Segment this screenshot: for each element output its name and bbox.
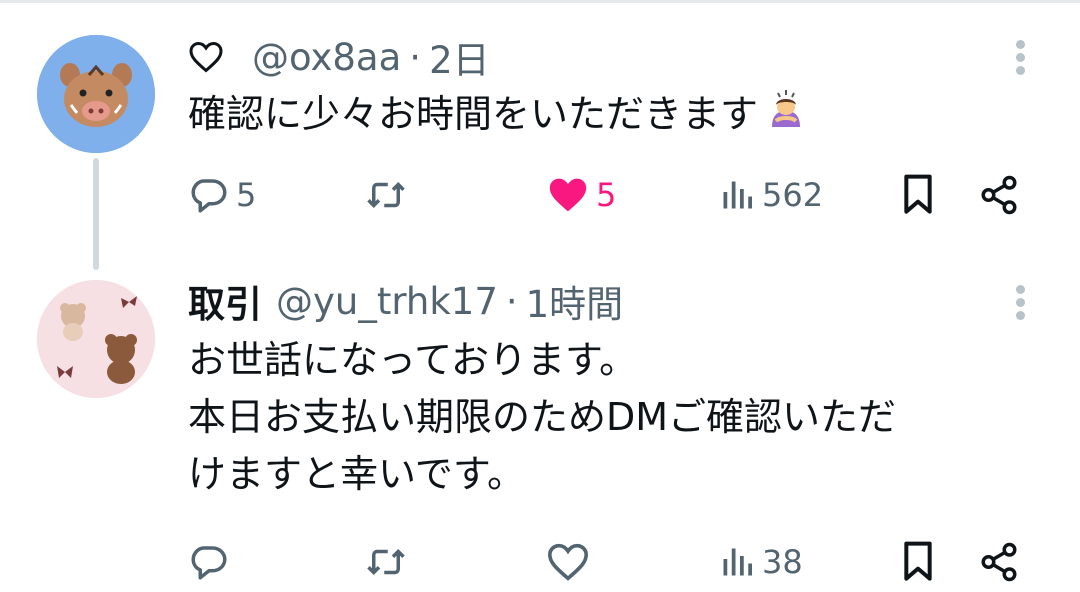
retweet-arrows-icon xyxy=(367,182,405,208)
heart-icon xyxy=(547,543,589,581)
meta-separator: · xyxy=(505,279,518,323)
avatar-ox8aa[interactable] xyxy=(37,35,155,153)
view-count: 38 xyxy=(762,543,803,581)
share-button[interactable] xyxy=(978,170,1020,220)
thread-connector-line xyxy=(93,158,99,270)
post-header: 取引 @yu_trhk17 · 1時間 xyxy=(188,274,624,328)
speech-bubble-icon xyxy=(191,546,227,580)
views-button[interactable]: 38 xyxy=(718,537,803,587)
like-count: 5 xyxy=(596,176,617,214)
reply-button[interactable]: 5 xyxy=(188,170,256,220)
share-icon xyxy=(981,175,1017,215)
share-button[interactable] xyxy=(978,537,1020,587)
retweet-button[interactable] xyxy=(363,537,415,587)
boar-avatar-icon xyxy=(37,35,155,153)
action-bar: 38 xyxy=(188,537,1028,587)
post-text-line: 本日お支払い期限のためDMご確認いただ xyxy=(188,395,897,439)
reply-button[interactable] xyxy=(188,537,236,587)
user-handle[interactable]: @yu_trhk17 xyxy=(276,280,498,323)
post-text-line: 確認に少々お時間をいただきます xyxy=(188,92,759,136)
heart-outline-icon xyxy=(189,41,223,73)
action-bar: 5 5 562 xyxy=(188,170,1028,220)
meta-separator: · xyxy=(409,35,422,79)
retweet-button[interactable] xyxy=(363,170,415,220)
user-handle[interactable]: @ox8aa xyxy=(252,36,401,79)
views-button[interactable]: 562 xyxy=(718,170,823,220)
bar-chart-icon xyxy=(723,548,752,576)
share-icon xyxy=(981,542,1017,582)
bar-chart-icon xyxy=(723,181,752,209)
post-time[interactable]: 2日 xyxy=(429,30,490,84)
post-header: @ox8aa · 2日 xyxy=(188,34,490,82)
avatar-yu_trhk17[interactable] xyxy=(37,280,155,398)
bookmark-button[interactable] xyxy=(898,170,938,220)
like-button[interactable]: 5 xyxy=(546,170,616,220)
person-bowing-emoji xyxy=(764,87,808,147)
post-text: 確認に少々お時間をいただきます xyxy=(188,86,808,147)
post-text-line: お世話になっております。 xyxy=(188,338,638,382)
teddy-bear-avatar-icon xyxy=(37,280,155,398)
more-options-button[interactable] xyxy=(1009,40,1031,80)
more-options-button[interactable] xyxy=(1009,285,1031,325)
post-time[interactable]: 1時間 xyxy=(526,274,624,328)
bookmark-icon xyxy=(904,174,932,214)
like-button[interactable] xyxy=(546,537,596,587)
reply-count: 5 xyxy=(236,176,257,214)
display-name[interactable] xyxy=(188,40,238,74)
post-text: お世話になっております。 本日お支払い期限のためDMご確認いただ けますと幸いで… xyxy=(188,332,896,503)
speech-bubble-icon xyxy=(191,179,227,213)
top-divider xyxy=(0,0,1080,3)
post-text-line: けますと幸いです。 xyxy=(188,452,526,496)
retweet-arrows-icon xyxy=(367,549,405,575)
heart-icon xyxy=(549,178,587,212)
view-count: 562 xyxy=(762,176,824,214)
bookmark-icon xyxy=(904,541,932,581)
display-name[interactable]: 取引 xyxy=(188,274,262,328)
bookmark-button[interactable] xyxy=(898,537,938,587)
